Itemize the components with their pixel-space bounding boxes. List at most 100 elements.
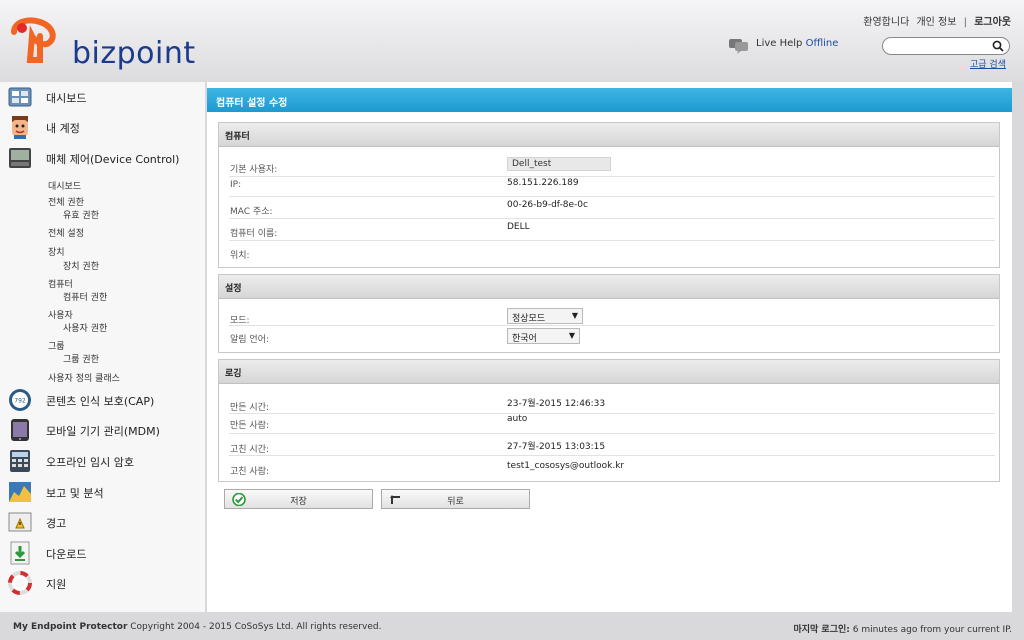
subnav-group-permissions[interactable]: 그룹 권한: [63, 352, 99, 365]
user-face-icon: [12, 116, 28, 139]
sidebar: 대시보드 내 계정 매체 제어(Device Control) 대시보드 전체 …: [0, 82, 205, 612]
computer-name-label: 컴퓨터 이름:: [230, 229, 278, 239]
mode-select[interactable]: 정상모드 ▼: [507, 308, 583, 324]
copyright-text: Copyright 2004 - 2015 CoSoSys Ltd. All r…: [130, 622, 382, 632]
sidebar-item-label: 매체 제어(Device Control): [46, 153, 180, 166]
modified-by-row: 고친 사람: test1_cososys@outlook.kr: [229, 456, 995, 478]
modified-time-label: 고친 시간:: [230, 445, 270, 455]
default-user-label: 기본 사용자:: [230, 165, 278, 175]
product-name: My Endpoint Protector: [13, 622, 128, 632]
separator: |: [963, 17, 967, 28]
sidebar-item-alerts[interactable]: 경고: [0, 507, 205, 537]
back-button[interactable]: 뒤로: [381, 489, 530, 509]
ip-value: 58.151.226.189: [507, 178, 579, 188]
welcome-text: 환영합니다: [863, 17, 910, 28]
subnav-device-permissions[interactable]: 장치 권한: [63, 259, 99, 272]
subnav-devices[interactable]: 장치: [48, 245, 65, 258]
created-by-label: 만든 사람:: [230, 421, 270, 431]
footer-copyright: My Endpoint Protector Copyright 2004 - 2…: [13, 622, 381, 632]
modified-time-value: 27-7월-2015 13:03:15: [507, 442, 606, 452]
computer-panel: 컴퓨터 기본 사용자: Dell_test IP: 58.151.226.189…: [218, 122, 1000, 268]
logout-link[interactable]: 로그아웃: [974, 17, 1011, 28]
subnav-user-permissions[interactable]: 사용자 권한: [63, 321, 107, 334]
computer-panel-header: 컴퓨터: [219, 123, 999, 147]
sidebar-item-offline-password[interactable]: 오프라인 임시 암호: [0, 446, 205, 476]
cap-icon: 792: [9, 389, 31, 411]
created-time-row: 만든 시간: 23-7월-2015 12:46:33: [229, 392, 995, 414]
mode-select-value: 정상모드: [512, 314, 546, 324]
subnav-all-settings[interactable]: 전체 설정: [48, 226, 84, 239]
subnav-users[interactable]: 사용자: [48, 308, 73, 321]
warning-icon: [8, 512, 32, 532]
settings-panel: 설정 모드: 정상모드 ▼ 알림 언어: 한국어 ▼: [218, 274, 1000, 353]
chart-icon: [9, 482, 31, 502]
ip-label: IP:: [230, 180, 242, 190]
subnav-groups[interactable]: 그룹: [48, 339, 65, 352]
created-by-value: auto: [507, 414, 528, 424]
brand-name: bizpoint: [72, 36, 196, 71]
save-button[interactable]: 저장: [224, 489, 373, 509]
search-input[interactable]: [882, 37, 1010, 55]
sidebar-item-label: 콘텐츠 인식 보호(CAP): [46, 395, 155, 408]
mac-row: MAC 주소: 00-26-b9-df-8e-0c: [229, 197, 995, 219]
mac-value: 00-26-b9-df-8e-0c: [507, 200, 588, 210]
subnav-dashboard[interactable]: 대시보드: [48, 179, 81, 192]
mode-row: 모드: 정상모드 ▼: [229, 307, 995, 326]
modified-by-value: test1_cososys@outlook.kr: [507, 461, 625, 471]
subnav-computer-permissions[interactable]: 컴퓨터 권한: [63, 290, 107, 303]
profile-link[interactable]: 개인 정보: [916, 17, 956, 28]
sidebar-item-downloads[interactable]: 다운로드: [0, 538, 205, 568]
main-content: 컴퓨터 설정 수정 컴퓨터 기본 사용자: Dell_test IP: 58.1…: [207, 82, 1012, 612]
page-title-bar: 컴퓨터 설정 수정: [207, 88, 1012, 112]
subnav-custom-classes[interactable]: 사용자 정의 클래스: [48, 371, 120, 384]
settings-panel-header: 설정: [219, 275, 999, 299]
sidebar-item-cap[interactable]: 792 콘텐츠 인식 보호(CAP): [0, 385, 205, 415]
save-button-label: 저장: [290, 497, 307, 507]
location-label: 위치:: [230, 251, 250, 261]
sidebar-item-support[interactable]: 지원: [0, 568, 205, 598]
calculator-icon: [10, 450, 30, 472]
sidebar-item-account[interactable]: 내 계정: [0, 112, 205, 142]
logging-panel-header: 로깅: [219, 360, 999, 384]
computer-panel-title: 컴퓨터: [225, 132, 250, 142]
live-help-label: Live Help: [756, 38, 803, 49]
sidebar-item-device-control[interactable]: 매체 제어(Device Control): [0, 143, 205, 173]
mode-label: 모드:: [230, 316, 250, 326]
ip-row: IP: 58.151.226.189: [229, 177, 995, 197]
logging-panel-title: 로깅: [225, 369, 242, 379]
location-row: 위치:: [229, 241, 995, 263]
default-user-field[interactable]: Dell_test: [507, 157, 611, 171]
sidebar-item-reports[interactable]: 보고 및 분석: [0, 477, 205, 507]
dashboard-icon: [8, 87, 32, 107]
sidebar-item-label: 내 계정: [46, 122, 80, 135]
search-icon[interactable]: [992, 40, 1004, 52]
chat-bubble-icon: [729, 39, 748, 54]
dropdown-arrow-icon: ▼: [571, 311, 578, 320]
logging-panel: 로깅 만든 시간: 23-7월-2015 12:46:33 만든 사람: aut…: [218, 359, 1000, 482]
sidebar-item-label: 오프라인 임시 암호: [46, 456, 134, 469]
modified-by-label: 고친 사람:: [230, 467, 270, 477]
lifebuoy-icon: [8, 571, 32, 595]
notification-language-row: 알림 언어: 한국어 ▼: [229, 327, 995, 347]
live-help-status: Offline: [805, 38, 839, 49]
subnav-computers[interactable]: 컴퓨터: [48, 277, 73, 290]
footer-last-login: 마지막 로그인: 6 minutes ago from your current…: [793, 622, 1012, 635]
notification-language-label: 알림 언어:: [230, 335, 270, 345]
sidebar-item-mdm[interactable]: 모바일 기기 관리(MDM): [0, 415, 205, 445]
advanced-search-link[interactable]: 고급 검색: [970, 57, 1006, 70]
subnav-all-permissions[interactable]: 전체 권한: [48, 195, 84, 208]
download-icon: [10, 541, 30, 565]
default-user-row: 기본 사용자: Dell_test: [229, 155, 995, 177]
mobile-icon: [11, 419, 29, 441]
notification-language-select[interactable]: 한국어 ▼: [507, 328, 580, 344]
header: bizpoint 환영합니다 개인 정보 | 로그아웃 Live Help Of…: [0, 0, 1024, 82]
subnav-effective-permissions[interactable]: 유효 권한: [63, 208, 99, 221]
footer: My Endpoint Protector Copyright 2004 - 2…: [0, 612, 1024, 640]
sidebar-item-dashboard[interactable]: 대시보드: [0, 82, 205, 112]
bizpoint-logo[interactable]: bizpoint: [10, 14, 195, 71]
sidebar-item-label: 보고 및 분석: [46, 487, 104, 500]
mac-label: MAC 주소:: [230, 207, 273, 217]
last-login-label: 마지막 로그인:: [793, 625, 850, 635]
created-time-label: 만든 시간:: [230, 403, 270, 413]
created-time-value: 23-7월-2015 12:46:33: [507, 399, 606, 409]
